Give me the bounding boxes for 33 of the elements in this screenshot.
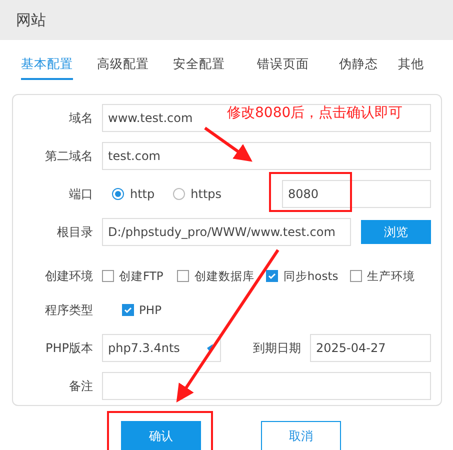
- field-label: 端口: [68, 186, 94, 202]
- check-icon: [124, 306, 132, 314]
- checkbox-option[interactable]: PHP: [122, 303, 162, 317]
- field-label: 第二域名: [44, 148, 94, 164]
- annotation-arrow: [204, 126, 252, 162]
- annotation-text: 修改8080后，点击确认即可: [227, 104, 403, 122]
- expiry-date-field[interactable]: 2025-04-27: [310, 334, 431, 362]
- caret-icon: [207, 344, 214, 352]
- field-label: PHP版本: [44, 340, 94, 356]
- field-label: 程序类型: [44, 302, 94, 318]
- port-field[interactable]: 8080: [282, 180, 431, 208]
- tab[interactable]: 高级配置: [97, 52, 149, 80]
- note-field[interactable]: [102, 372, 431, 400]
- window-title: 网站: [16, 10, 46, 30]
- version-select[interactable]: php7.3.4nts: [102, 334, 221, 362]
- checkbox-option[interactable]: 创建数据库: [177, 268, 254, 284]
- field-label: 备注: [68, 378, 94, 394]
- check-icon: [268, 272, 276, 280]
- root-path-field[interactable]: D:/phpstudy_pro/WWW/www.test.com: [102, 218, 351, 246]
- tab[interactable]: 其他: [398, 52, 424, 80]
- field-label: 创建环境: [44, 268, 94, 284]
- radio-option[interactable]: http: [112, 187, 155, 201]
- checkbox-option[interactable]: 创建FTP: [102, 268, 164, 284]
- field-label: 根目录: [56, 224, 94, 240]
- field-label: 到期日期: [252, 340, 302, 356]
- field-label: 域名: [68, 110, 94, 126]
- tab[interactable]: 安全配置: [173, 52, 225, 80]
- second-domain-field[interactable]: test.com: [102, 142, 431, 170]
- tab[interactable]: 伪静态: [339, 52, 378, 80]
- tab[interactable]: 错误页面: [257, 52, 309, 80]
- radio-option[interactable]: https: [172, 187, 222, 201]
- checkbox-option[interactable]: 同步hosts: [266, 268, 338, 284]
- checkbox-option[interactable]: 生产环境: [350, 268, 416, 284]
